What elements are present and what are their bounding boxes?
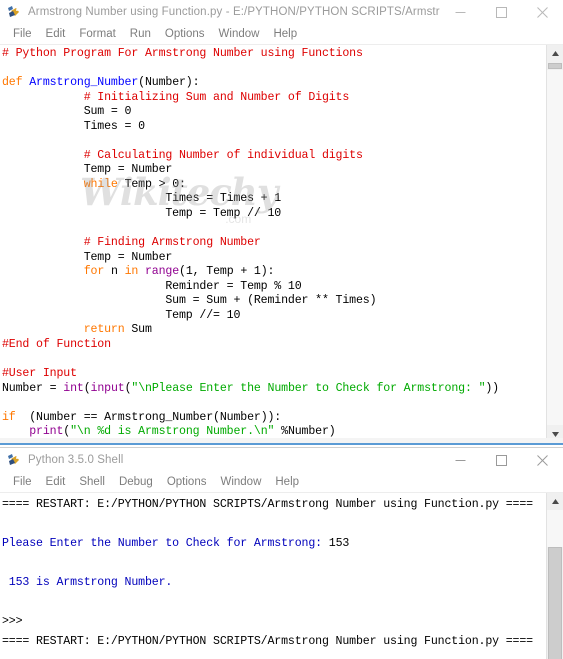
idle-desktop: Armstrong Number using Function.py - E:/… bbox=[0, 0, 563, 659]
shell-menu-debug[interactable]: Debug bbox=[112, 472, 160, 492]
code-token-keyword: for bbox=[83, 265, 111, 279]
code-token-keyword: return bbox=[83, 323, 132, 337]
editor-menubar: File Edit Format Run Options Window Help bbox=[0, 24, 563, 44]
minimize-icon[interactable] bbox=[440, 0, 481, 24]
shell-title: Python 3.5.0 Shell bbox=[28, 454, 124, 466]
code-token-keyword: if bbox=[2, 410, 23, 424]
code-token-comment: # Calculating Number of individual digit… bbox=[2, 148, 363, 162]
editor-menu-format[interactable]: Format bbox=[72, 24, 122, 44]
close-icon[interactable] bbox=[522, 448, 563, 472]
code-token-plain: Times = 0 bbox=[2, 119, 145, 133]
code-token-shellout: 153 is Armstrong Number. bbox=[2, 576, 173, 589]
code-token-plain: Temp = Number bbox=[2, 250, 173, 264]
code-token-string: "\nPlease Enter the Number to Check for … bbox=[131, 381, 486, 395]
editor-menu-file[interactable]: File bbox=[6, 24, 39, 44]
code-token-plain: 153 bbox=[328, 537, 350, 550]
editor-menu-help[interactable]: Help bbox=[266, 24, 304, 44]
shell-menu-options[interactable]: Options bbox=[160, 472, 214, 492]
editor-scroll-thumb[interactable] bbox=[548, 63, 562, 69]
code-token-plain: (Number): bbox=[138, 76, 200, 90]
code-token-comment: # Finding Armstrong Number bbox=[2, 236, 261, 250]
maximize-icon[interactable] bbox=[481, 448, 522, 472]
python-idle-icon bbox=[6, 452, 22, 468]
code-token-plain: Number = bbox=[2, 381, 64, 395]
code-token-plain: ( bbox=[83, 381, 91, 395]
code-token-plain: %Number) bbox=[274, 425, 336, 439]
code-token-plain: Times = Times + 1 bbox=[2, 192, 282, 206]
code-token-comment: # Initializing Sum and Number of Digits bbox=[2, 90, 350, 104]
code-token-keyword: def bbox=[2, 76, 30, 90]
editor-title: Armstrong Number using Function.py - E:/… bbox=[28, 6, 440, 18]
code-token-builtin: int bbox=[63, 381, 84, 395]
code-token-builtin: input bbox=[90, 381, 125, 395]
editor-titlebar[interactable]: Armstrong Number using Function.py - E:/… bbox=[0, 0, 563, 24]
shell-output-text: ==== RESTART: E:/PYTHON/PYTHON SCRIPTS/A… bbox=[2, 495, 546, 659]
shell-menubar: File Edit Shell Debug Options Window Help bbox=[0, 472, 563, 492]
code-token-shellout: Please Enter the Number to Check for Arm… bbox=[2, 537, 329, 550]
close-icon[interactable] bbox=[522, 0, 563, 24]
code-token-plain: Temp = Temp // 10 bbox=[2, 207, 282, 221]
shell-menu-help[interactable]: Help bbox=[268, 472, 306, 492]
editor-menu-options[interactable]: Options bbox=[158, 24, 212, 44]
code-token-builtin: print bbox=[29, 425, 64, 439]
editor-menu-edit[interactable]: Edit bbox=[39, 24, 73, 44]
shell-output-area[interactable]: ==== RESTART: E:/PYTHON/PYTHON SCRIPTS/A… bbox=[0, 492, 563, 659]
scroll-up-icon[interactable] bbox=[547, 493, 563, 510]
shell-menu-shell[interactable]: Shell bbox=[72, 472, 112, 492]
code-token-keyword: in bbox=[124, 265, 145, 279]
idle-editor-window: Armstrong Number using Function.py - E:/… bbox=[0, 0, 563, 445]
python-idle-icon bbox=[6, 4, 22, 20]
editor-vertical-scrollbar[interactable] bbox=[546, 45, 563, 443]
code-token-def: Armstrong_Number bbox=[29, 76, 139, 90]
code-token-plain: )) bbox=[485, 381, 499, 395]
code-token-plain: Temp = Number bbox=[2, 163, 173, 177]
code-token-plain: (1, Temp + 1): bbox=[179, 265, 275, 279]
code-token-plain: Temp //= 10 bbox=[2, 308, 241, 322]
editor-code-area[interactable]: # Python Program For Armstrong Number us… bbox=[0, 44, 563, 443]
scroll-up-icon[interactable] bbox=[547, 45, 563, 62]
editor-window-controls bbox=[440, 0, 563, 24]
code-token-plain: Sum = Sum + (Reminder ** Times) bbox=[2, 294, 377, 308]
shell-menu-edit[interactable]: Edit bbox=[39, 472, 73, 492]
editor-menu-window[interactable]: Window bbox=[212, 24, 267, 44]
code-token-builtin: range bbox=[145, 265, 180, 279]
code-token-string: "\n %d is Armstrong Number.\n" bbox=[70, 425, 275, 439]
editor-source-code: # Python Program For Armstrong Number us… bbox=[2, 47, 546, 443]
editor-scroll-track[interactable] bbox=[547, 70, 563, 425]
shell-vertical-scrollbar[interactable] bbox=[546, 493, 563, 659]
shell-menu-window[interactable]: Window bbox=[213, 472, 268, 492]
python-shell-window: Python 3.5.0 Shell File Edit Shell Debug Opt… bbox=[0, 447, 563, 659]
code-token-plain: Sum bbox=[131, 323, 152, 337]
shell-scroll-thumb[interactable] bbox=[548, 547, 562, 659]
shell-menu-file[interactable]: File bbox=[6, 472, 39, 492]
code-token-plain: n bbox=[110, 265, 125, 279]
code-token-plain: >>> bbox=[2, 615, 30, 628]
editor-code-viewport[interactable]: # Python Program For Armstrong Number us… bbox=[0, 45, 546, 443]
code-token-keyword: while bbox=[83, 177, 125, 191]
editor-horizontal-scrollbar[interactable] bbox=[0, 438, 563, 443]
code-token-plain: Sum = 0 bbox=[2, 105, 132, 119]
maximize-icon[interactable] bbox=[481, 0, 522, 24]
shell-scroll-track[interactable] bbox=[547, 510, 563, 547]
code-token-comment: #User Input bbox=[2, 367, 77, 381]
code-token-plain: Reminder = Temp % 10 bbox=[2, 279, 302, 293]
minimize-icon[interactable] bbox=[440, 448, 481, 472]
editor-menu-run[interactable]: Run bbox=[123, 24, 158, 44]
code-token-comment: # Python Program For Armstrong Number us… bbox=[2, 47, 363, 60]
code-token-comment: #End of Function bbox=[2, 337, 111, 351]
code-token-plain: Temp > 0: bbox=[124, 177, 186, 191]
code-token-plain: (Number == Armstrong_Number(Number)): bbox=[22, 410, 282, 424]
code-token-plain: ==== RESTART: E:/PYTHON/PYTHON SCRIPTS/A… bbox=[2, 634, 533, 648]
code-token-plain: ==== RESTART: E:/PYTHON/PYTHON SCRIPTS/A… bbox=[2, 498, 533, 511]
shell-output-viewport[interactable]: ==== RESTART: E:/PYTHON/PYTHON SCRIPTS/A… bbox=[0, 493, 546, 659]
shell-titlebar[interactable]: Python 3.5.0 Shell bbox=[0, 448, 563, 472]
shell-window-controls bbox=[440, 448, 563, 472]
